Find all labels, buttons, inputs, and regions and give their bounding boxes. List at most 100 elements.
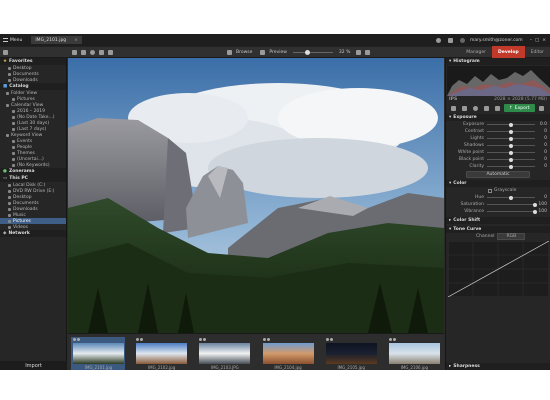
slider-knob[interactable] — [509, 129, 513, 134]
slider-knob[interactable] — [509, 150, 513, 155]
notifications-icon[interactable] — [435, 37, 441, 43]
thumbnail-image — [325, 343, 377, 364]
mode-develop[interactable]: Develop — [492, 46, 525, 58]
thispc-header[interactable]: ▭ This PC — [0, 175, 66, 182]
preview-button[interactable]: Preview — [258, 49, 287, 55]
mode-manager[interactable]: Manager — [460, 46, 492, 58]
import-button[interactable]: Import — [0, 361, 67, 370]
favorites-header[interactable]: ★ Favorites — [0, 58, 66, 65]
thumbnail-image — [388, 343, 440, 364]
slider-value[interactable]: 0 — [535, 143, 547, 148]
slider-knob[interactable] — [509, 195, 513, 200]
tone-curve-graph[interactable] — [448, 241, 549, 297]
thumbnail-filename: IMG_2106.jpg — [400, 365, 429, 370]
exposure-header[interactable]: ▾ Exposure — [446, 114, 550, 121]
straighten-icon[interactable] — [462, 105, 467, 111]
slider-track[interactable] — [487, 157, 535, 162]
slider-track[interactable] — [487, 122, 535, 127]
main-photo — [68, 58, 444, 333]
histogram-graph — [447, 66, 550, 96]
slider-knob[interactable] — [509, 157, 513, 162]
network-header[interactable]: ◆ Network — [0, 230, 66, 237]
filter-icon[interactable] — [495, 105, 500, 111]
filmstrip-thumbnail[interactable]: IMG_2104.jpg — [261, 337, 315, 370]
filmstrip-thumbnail[interactable]: IMG_2106.jpg — [387, 337, 441, 370]
refresh-icon[interactable] — [90, 49, 95, 55]
catalog-item-label: (Last 7 days) — [17, 126, 47, 132]
fit-icon[interactable] — [356, 49, 362, 55]
window-minimize-icon[interactable]: – — [530, 38, 532, 43]
user-email[interactable]: mary.smith@zoner.com — [470, 38, 523, 43]
sharpness-header[interactable]: ▸ Sharpness — [446, 363, 550, 370]
zoom-slider[interactable] — [292, 49, 333, 55]
network-icon: ◆ — [3, 231, 7, 236]
slider-track[interactable] — [487, 164, 535, 169]
new-folder-icon[interactable] — [108, 49, 113, 55]
fullscreen-icon[interactable] — [365, 49, 371, 55]
avatar[interactable] — [459, 37, 465, 43]
slider-knob[interactable] — [509, 122, 513, 127]
slider-value[interactable]: 0 — [535, 136, 547, 141]
browse-button[interactable]: Browse — [225, 49, 252, 55]
folder-icon — [12, 121, 15, 125]
thispc-header-label: This PC — [9, 176, 28, 181]
slider-value[interactable]: 0.0 — [535, 122, 547, 127]
filmstrip-thumbnail[interactable]: IMG_2105.jpg — [324, 337, 378, 370]
file-tab[interactable]: IMG_2101.jpg × — [31, 36, 82, 44]
layout-icon[interactable] — [447, 37, 453, 43]
slider-knob[interactable] — [509, 136, 513, 141]
slider-value[interactable]: 0 — [535, 129, 547, 134]
mode-editor[interactable]: Editor — [525, 46, 550, 58]
slider-track[interactable] — [487, 150, 535, 155]
slider-knob[interactable] — [533, 209, 537, 214]
adjustment-slider-row: Lights 0 — [446, 135, 550, 142]
back-icon[interactable] — [72, 49, 77, 55]
color-shift-header[interactable]: ▸ Color Shift — [446, 217, 550, 224]
slider-track[interactable] — [487, 129, 535, 134]
folder-icon — [8, 66, 11, 70]
menu-button[interactable]: Menu — [0, 38, 25, 43]
slider-value[interactable]: 0 — [535, 195, 547, 200]
window-maximize-icon[interactable]: □ — [535, 38, 539, 43]
slider-knob[interactable] — [533, 202, 537, 207]
redeye-icon[interactable] — [473, 105, 478, 111]
slider-track[interactable] — [487, 209, 537, 214]
photo-viewer[interactable] — [68, 58, 444, 333]
slider-value[interactable]: 0 — [535, 164, 547, 169]
tone-curve-header[interactable]: ▾ Tone Curve — [446, 226, 550, 233]
grayscale-checkbox[interactable] — [488, 188, 492, 193]
folder-icon[interactable] — [3, 49, 8, 55]
zoom-slider-knob[interactable] — [304, 49, 310, 55]
slider-value[interactable]: 0 — [535, 157, 547, 162]
slider-track[interactable] — [487, 143, 535, 148]
slider-track[interactable] — [487, 202, 537, 207]
channel-select[interactable]: RGB — [497, 233, 526, 240]
slider-knob[interactable] — [509, 143, 513, 148]
thumbnail-image — [262, 343, 314, 364]
slider-knob[interactable] — [509, 164, 513, 169]
filmstrip-thumbnail[interactable]: IMG_2101.jpg — [71, 337, 126, 370]
crop-icon[interactable] — [451, 105, 456, 111]
status-icon — [77, 338, 80, 341]
histogram-header[interactable]: ▾ Histogram — [446, 58, 550, 65]
filmstrip-thumbnail[interactable]: IMG_2102.jpg — [134, 337, 188, 370]
window-close-icon[interactable]: × — [542, 38, 546, 43]
chevron-down-icon: ▾ — [449, 115, 452, 120]
slider-track[interactable] — [487, 136, 535, 141]
folder-icon — [8, 72, 11, 76]
sort-icon[interactable] — [99, 49, 104, 55]
brush-icon[interactable] — [484, 105, 489, 111]
slider-value[interactable]: 0 — [535, 150, 547, 155]
slider-track[interactable] — [487, 195, 535, 200]
color-header[interactable]: ▾ Color — [446, 180, 550, 187]
thumbnail-image — [199, 343, 251, 364]
filmstrip-thumbnail[interactable]: IMG_2103.JPG — [197, 337, 251, 370]
slider-label: Saturation — [460, 202, 484, 207]
forward-icon[interactable] — [81, 49, 86, 55]
export-button[interactable]: ↑ Export — [504, 104, 535, 112]
settings-icon[interactable] — [538, 105, 544, 111]
close-tab-icon[interactable]: × — [74, 38, 78, 43]
catalog-header[interactable]: ■ Catalog — [0, 83, 66, 90]
zonerama-header[interactable]: ● Zonerama — [0, 168, 66, 175]
automatic-button[interactable]: Automatic — [466, 171, 530, 178]
